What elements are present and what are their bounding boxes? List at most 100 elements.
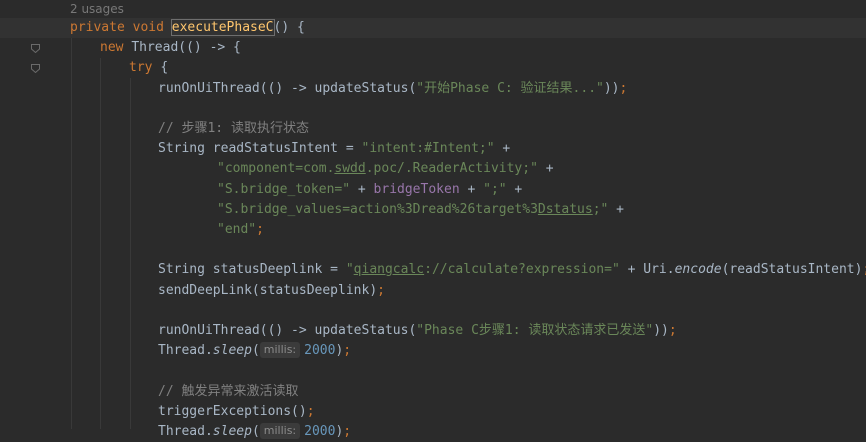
- code-token: ;: [306, 404, 315, 419]
- code-line-text: triggerExceptions();: [158, 402, 315, 422]
- code-token: ;: [343, 343, 352, 358]
- code-token: +: [506, 182, 523, 197]
- code-token: Thread(() -> {: [131, 40, 241, 55]
- code-token: +: [459, 182, 484, 197]
- code-token: ;: [377, 283, 385, 298]
- code-line[interactable]: sendDeepLink(statusDeeplink);: [0, 281, 866, 301]
- code-line-text: "S.bridge_values=action%3Dread%26target%…: [217, 200, 624, 220]
- code-token: sendDeepLink(statusDeeplink): [158, 283, 378, 298]
- code-line-text: "component=com.swdd.poc/.ReaderActivity;…: [217, 159, 554, 179]
- code-line-text: sendDeepLink(statusDeeplink);: [158, 281, 385, 301]
- code-line[interactable]: String readStatusIntent = "intent:#Inten…: [0, 139, 866, 159]
- code-token: ;: [668, 323, 677, 338]
- code-line-text: Thread.sleep(millis: 2000);: [158, 341, 351, 361]
- code-token: + Uri.: [619, 262, 675, 277]
- code-line[interactable]: [0, 240, 866, 260]
- code-token: bridgeToken: [373, 182, 460, 197]
- code-line-text: runOnUiThread(() -> updateStatus("Phase …: [158, 321, 677, 341]
- usages-hint[interactable]: 2 usages: [70, 1, 124, 17]
- code-token: (: [251, 343, 260, 358]
- code-line[interactable]: "end";: [0, 220, 866, 240]
- code-token: sleep: [212, 343, 252, 358]
- code-line[interactable]: runOnUiThread(() -> updateStatus("Phase …: [0, 321, 866, 341]
- code-token: swdd: [334, 161, 366, 176]
- code-line-text: // 触发异常来激活读取: [158, 382, 298, 402]
- code-token: +: [537, 161, 554, 176]
- code-line-text: String readStatusIntent = "intent:#Inten…: [158, 139, 510, 159]
- code-token: runOnUiThread(() -> updateStatus(: [158, 81, 417, 96]
- code-editor[interactable]: 2 usages private void executePhaseC() {n…: [0, 0, 866, 439]
- code-token: "S.bridge_token=": [217, 182, 351, 197]
- code-line[interactable]: Thread.sleep(millis: 2000);: [0, 341, 866, 361]
- code-token: 2000: [304, 424, 336, 439]
- code-line-text: // 步骤1: 读取执行状态: [158, 119, 309, 139]
- code-token: "end": [217, 222, 257, 237]
- code-token: void: [132, 20, 172, 35]
- code-line[interactable]: [0, 301, 866, 321]
- code-token: encode: [674, 262, 722, 277]
- code-line[interactable]: private void executePhaseC() {: [0, 18, 866, 38]
- code-token: "开始Phase C: 验证结果...": [416, 81, 604, 96]
- code-token: String readStatusIntent =: [158, 141, 362, 156]
- code-token: ;: [256, 222, 264, 237]
- code-token: +: [350, 182, 374, 197]
- code-token: // 触发异常来激活读取: [158, 384, 299, 399]
- code-line-text: "S.bridge_token=" + bridgeToken + ";" +: [217, 180, 522, 200]
- code-token: Thread.: [158, 343, 213, 358]
- code-token: "intent:#Intent;": [361, 141, 495, 156]
- code-token: "Phase C步骤1: 读取状态请求已发送": [416, 323, 654, 338]
- code-token: new: [100, 40, 132, 55]
- code-token: 2000: [304, 343, 336, 358]
- code-line[interactable]: // 步骤1: 读取执行状态: [0, 119, 866, 139]
- code-token: runOnUiThread(() -> updateStatus(: [158, 323, 417, 338]
- code-token: .poc/.ReaderActivity;": [365, 161, 538, 176]
- code-token: ;: [619, 81, 628, 96]
- parameter-hint: millis:: [259, 423, 301, 439]
- code-line-text: "end";: [217, 220, 264, 240]
- code-token: "component=com.: [217, 161, 335, 176]
- code-token: )): [653, 323, 669, 338]
- code-line[interactable]: Thread.sleep(millis: 2000);: [0, 422, 866, 442]
- code-token: triggerExceptions(): [158, 404, 307, 419]
- code-token: +: [494, 141, 511, 156]
- code-token: String statusDeeplink =: [158, 262, 346, 277]
- code-token: ://calculate?expression=": [424, 262, 620, 277]
- code-line[interactable]: try {: [0, 58, 866, 78]
- code-line[interactable]: "S.bridge_token=" + bridgeToken + ";" +: [0, 180, 866, 200]
- code-line[interactable]: runOnUiThread(() -> updateStatus("开始Phas…: [0, 79, 866, 99]
- code-line[interactable]: triggerExceptions();: [0, 402, 866, 422]
- code-token: )): [603, 81, 620, 96]
- code-token: Dstatus: [537, 202, 593, 217]
- code-token: sleep: [212, 424, 252, 439]
- code-token: ;: [343, 424, 352, 439]
- code-line[interactable]: "component=com.swdd.poc/.ReaderActivity;…: [0, 159, 866, 179]
- code-token: Thread.: [158, 424, 213, 439]
- code-token: try: [129, 60, 161, 75]
- code-token: private: [70, 20, 133, 35]
- code-line-text: Thread.sleep(millis: 2000);: [158, 422, 351, 442]
- code-token: {: [160, 60, 169, 75]
- code-line-text: runOnUiThread(() -> updateStatus("开始Phas…: [158, 79, 627, 99]
- code-token: ;": [592, 202, 609, 217]
- code-token: ;: [862, 262, 866, 277]
- code-token: ";": [483, 182, 507, 197]
- code-line[interactable]: String statusDeeplink = "qiangcalc://cal…: [0, 260, 866, 280]
- code-line[interactable]: "S.bridge_values=action%3Dread%26target%…: [0, 200, 866, 220]
- code-line[interactable]: // 触发异常来激活读取: [0, 382, 866, 402]
- code-token: "S.bridge_values=action%3Dread%26target%…: [217, 202, 538, 217]
- code-token: +: [608, 202, 625, 217]
- code-token: () {: [273, 20, 305, 35]
- parameter-hint: millis:: [259, 342, 301, 358]
- code-token: // 步骤1: 读取执行状态: [158, 121, 309, 136]
- code-token: executePhaseC: [170, 19, 275, 36]
- code-line-text: try {: [129, 58, 168, 78]
- code-token: (: [251, 424, 260, 439]
- code-line[interactable]: [0, 361, 866, 381]
- code-line[interactable]: new Thread(() -> {: [0, 38, 866, 58]
- code-token: qiangcalc: [353, 262, 425, 277]
- code-token: ": [345, 262, 354, 277]
- code-token: (readStatusIntent): [721, 262, 863, 277]
- code-line-text: String statusDeeplink = "qiangcalc://cal…: [158, 260, 866, 280]
- code-line-text: private void executePhaseC() {: [70, 18, 305, 38]
- code-line[interactable]: [0, 99, 866, 119]
